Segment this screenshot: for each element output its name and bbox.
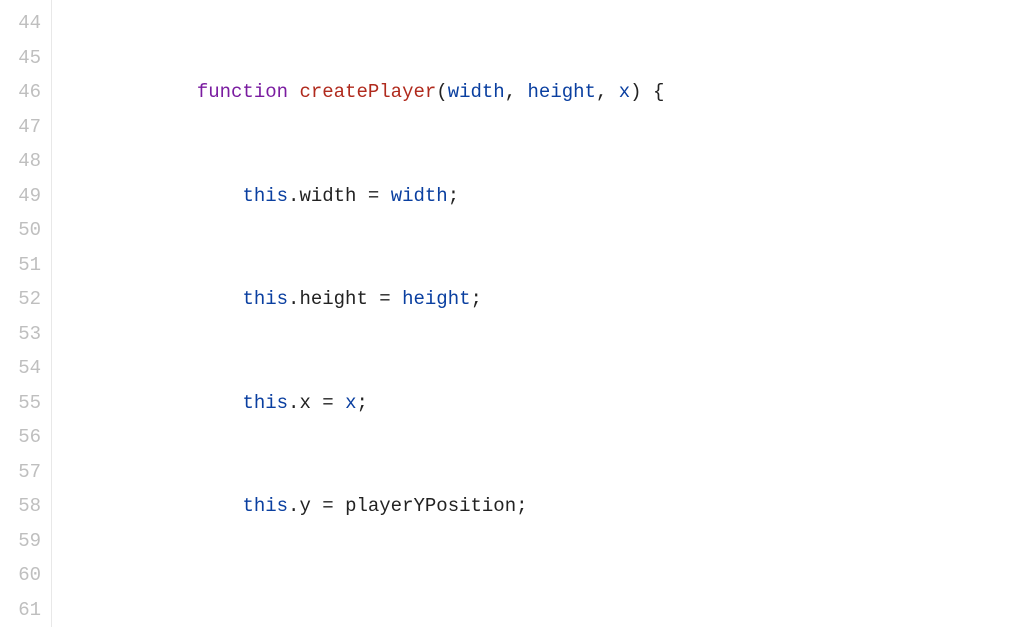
this: this: [242, 185, 288, 207]
line-number: 47: [0, 110, 41, 145]
line-number-gutter: 444546474849505152535455565758596061: [0, 0, 52, 627]
line-number: 60: [0, 558, 41, 593]
function-name: createPlayer: [299, 81, 436, 103]
prop: width: [299, 185, 356, 207]
param-width: width: [448, 81, 505, 103]
code-line[interactable]: this.width = width;: [60, 179, 1024, 214]
line-number: 55: [0, 386, 41, 421]
line-number: 59: [0, 524, 41, 559]
code-line[interactable]: this.y = playerYPosition;: [60, 489, 1024, 524]
code-line[interactable]: [60, 593, 1024, 627]
indent: [60, 81, 197, 103]
keyword-function: function: [197, 81, 288, 103]
line-number: 44: [0, 6, 41, 41]
code-line[interactable]: this.x = x;: [60, 386, 1024, 421]
line-number: 56: [0, 420, 41, 455]
line-number: 48: [0, 144, 41, 179]
line-number: 58: [0, 489, 41, 524]
param-x: x: [619, 81, 630, 103]
code-area[interactable]: function createPlayer(width, height, x) …: [52, 0, 1024, 627]
line-number: 50: [0, 213, 41, 248]
line-number: 45: [0, 41, 41, 76]
line-number: 46: [0, 75, 41, 110]
line-number: 57: [0, 455, 41, 490]
line-number: 51: [0, 248, 41, 283]
line-number: 49: [0, 179, 41, 214]
code-editor: 444546474849505152535455565758596061 fun…: [0, 0, 1024, 627]
line-number: 54: [0, 351, 41, 386]
line-number: 61: [0, 593, 41, 627]
sig-close: ) {: [630, 81, 664, 103]
paren-open: (: [436, 81, 447, 103]
identifier: playerYPosition: [345, 495, 516, 517]
code-line[interactable]: function createPlayer(width, height, x) …: [60, 75, 1024, 110]
line-number: 52: [0, 282, 41, 317]
param-height: height: [528, 81, 596, 103]
code-line[interactable]: this.height = height;: [60, 282, 1024, 317]
line-number: 53: [0, 317, 41, 352]
